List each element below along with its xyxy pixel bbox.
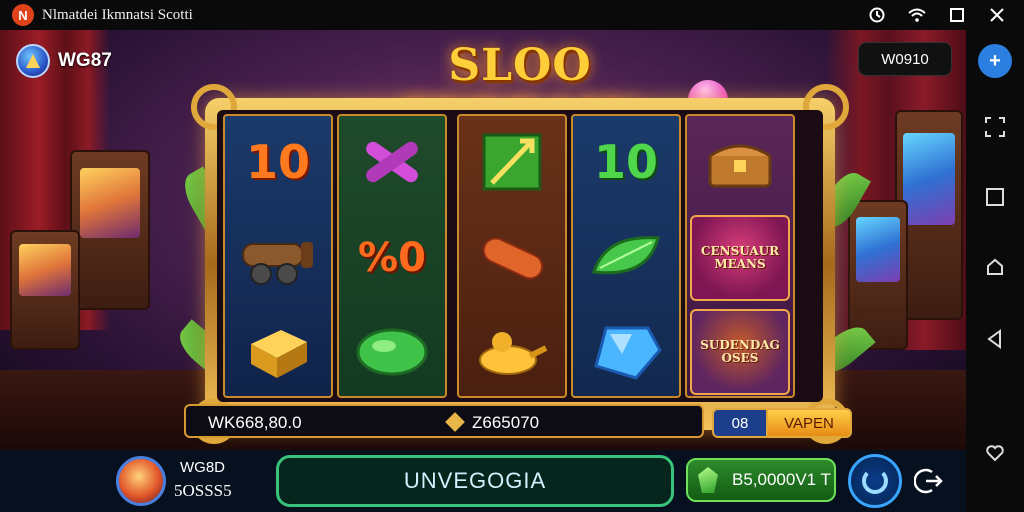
reel-5: CENSUAUR MEANS SUDENDAG OSES (685, 114, 795, 398)
coin-icon (445, 412, 465, 432)
brand-name: WG87 (58, 50, 112, 71)
system-sidebar: + (966, 30, 1024, 512)
back-icon[interactable] (982, 326, 1008, 352)
symbol-ten: 10 (225, 116, 331, 208)
window-titlebar: N Nlmatdei Ikmnatsi Scotti (0, 0, 1024, 30)
player-name: WG8D (180, 459, 225, 476)
gem-icon (698, 467, 718, 493)
red-gem-icon (459, 212, 565, 304)
square-icon[interactable] (982, 184, 1008, 210)
reel-4: 10 (571, 114, 681, 398)
symbol-ten-text: 10 (245, 135, 310, 189)
reel-2: %0 (337, 114, 447, 398)
clock-icon[interactable] (868, 6, 886, 24)
wifi-icon[interactable] (908, 6, 926, 24)
gold-lamp-icon (459, 306, 565, 398)
purple-cross-icon (339, 116, 445, 208)
reel-3 (457, 114, 567, 398)
maximize-icon[interactable] (948, 6, 966, 24)
bonus-tile-sudendag: SUDENDAG OSES (687, 306, 793, 398)
avatar[interactable] (116, 456, 166, 506)
cannon-icon (225, 212, 331, 304)
heart-icon[interactable] (982, 440, 1008, 466)
treasure-chest-icon (687, 116, 793, 208)
bonus-tile: SUDENDAG OSES (690, 309, 790, 395)
bonus-tile: CENSUAUR MEANS (690, 215, 790, 301)
arcade-machine-left (70, 150, 150, 310)
symbol-ten: 10 (573, 116, 679, 208)
logout-icon (914, 468, 943, 494)
symbol-ten-text: 10 (593, 135, 658, 189)
reels-area: 10 %0 10 CENSUAUR MEANS SUDENDAG OSES (217, 110, 823, 402)
bonus-tile-text: CENSUAUR MEANS (700, 244, 780, 271)
bottom-hud: WG8D 5OSSS5 UNVEGOGIA B5,0000V1 T (0, 450, 966, 512)
brand-logo-icon (16, 44, 50, 78)
add-icon[interactable]: + (978, 44, 1012, 78)
green-leaf-gem-icon (573, 212, 679, 304)
spin-button[interactable]: VAPEN (766, 408, 852, 438)
main-input-field[interactable]: UNVEGOGIA (276, 455, 674, 507)
balance-pill[interactable]: B5,0000V1 T (686, 458, 836, 502)
close-icon[interactable] (988, 6, 1006, 24)
blue-crystal-icon (573, 306, 679, 398)
fullscreen-icon[interactable] (982, 114, 1008, 140)
window-title: Nlmatdei Ikmnatsi Scotti (42, 6, 193, 23)
bet-button[interactable]: 08 (712, 408, 768, 438)
arcade-machine-left-back (10, 230, 80, 350)
player-subtitle: 5OSSS5 (174, 481, 232, 500)
symbol-percent-text: %0 (358, 235, 426, 281)
window-controls (868, 0, 1006, 30)
app-icon: N (12, 4, 34, 26)
reels-frame: 10 %0 10 CENSUAUR MEANS SUDENDAG OSES (191, 84, 849, 444)
gold-block-icon (225, 306, 331, 398)
credit-value: Z665070 (472, 413, 540, 432)
symbol-percent: %0 (339, 212, 445, 304)
auto-spin-button[interactable] (848, 454, 902, 508)
green-arrow-icon (459, 116, 565, 208)
info-bar: WK668,80.0 Z665070 (184, 404, 704, 438)
top-balance-pill[interactable]: W0910 (858, 42, 952, 76)
exit-button[interactable] (912, 464, 946, 498)
balance-value: B5,0000V1 T (732, 470, 831, 489)
total-win-value: WK668,80.0 (208, 413, 302, 432)
refresh-icon (862, 468, 888, 494)
green-gem-icon (339, 306, 445, 398)
game-stage: WG87 W0910 SLOO TERBAIK 10 (0, 30, 966, 450)
bonus-tile-censuaur: CENSUAUR MEANS (687, 212, 793, 304)
brand[interactable]: WG87 (16, 44, 112, 78)
reel-1: 10 (223, 114, 333, 398)
bonus-tile-text: SUDENDAG OSES (700, 338, 780, 365)
home-icon[interactable] (982, 254, 1008, 280)
